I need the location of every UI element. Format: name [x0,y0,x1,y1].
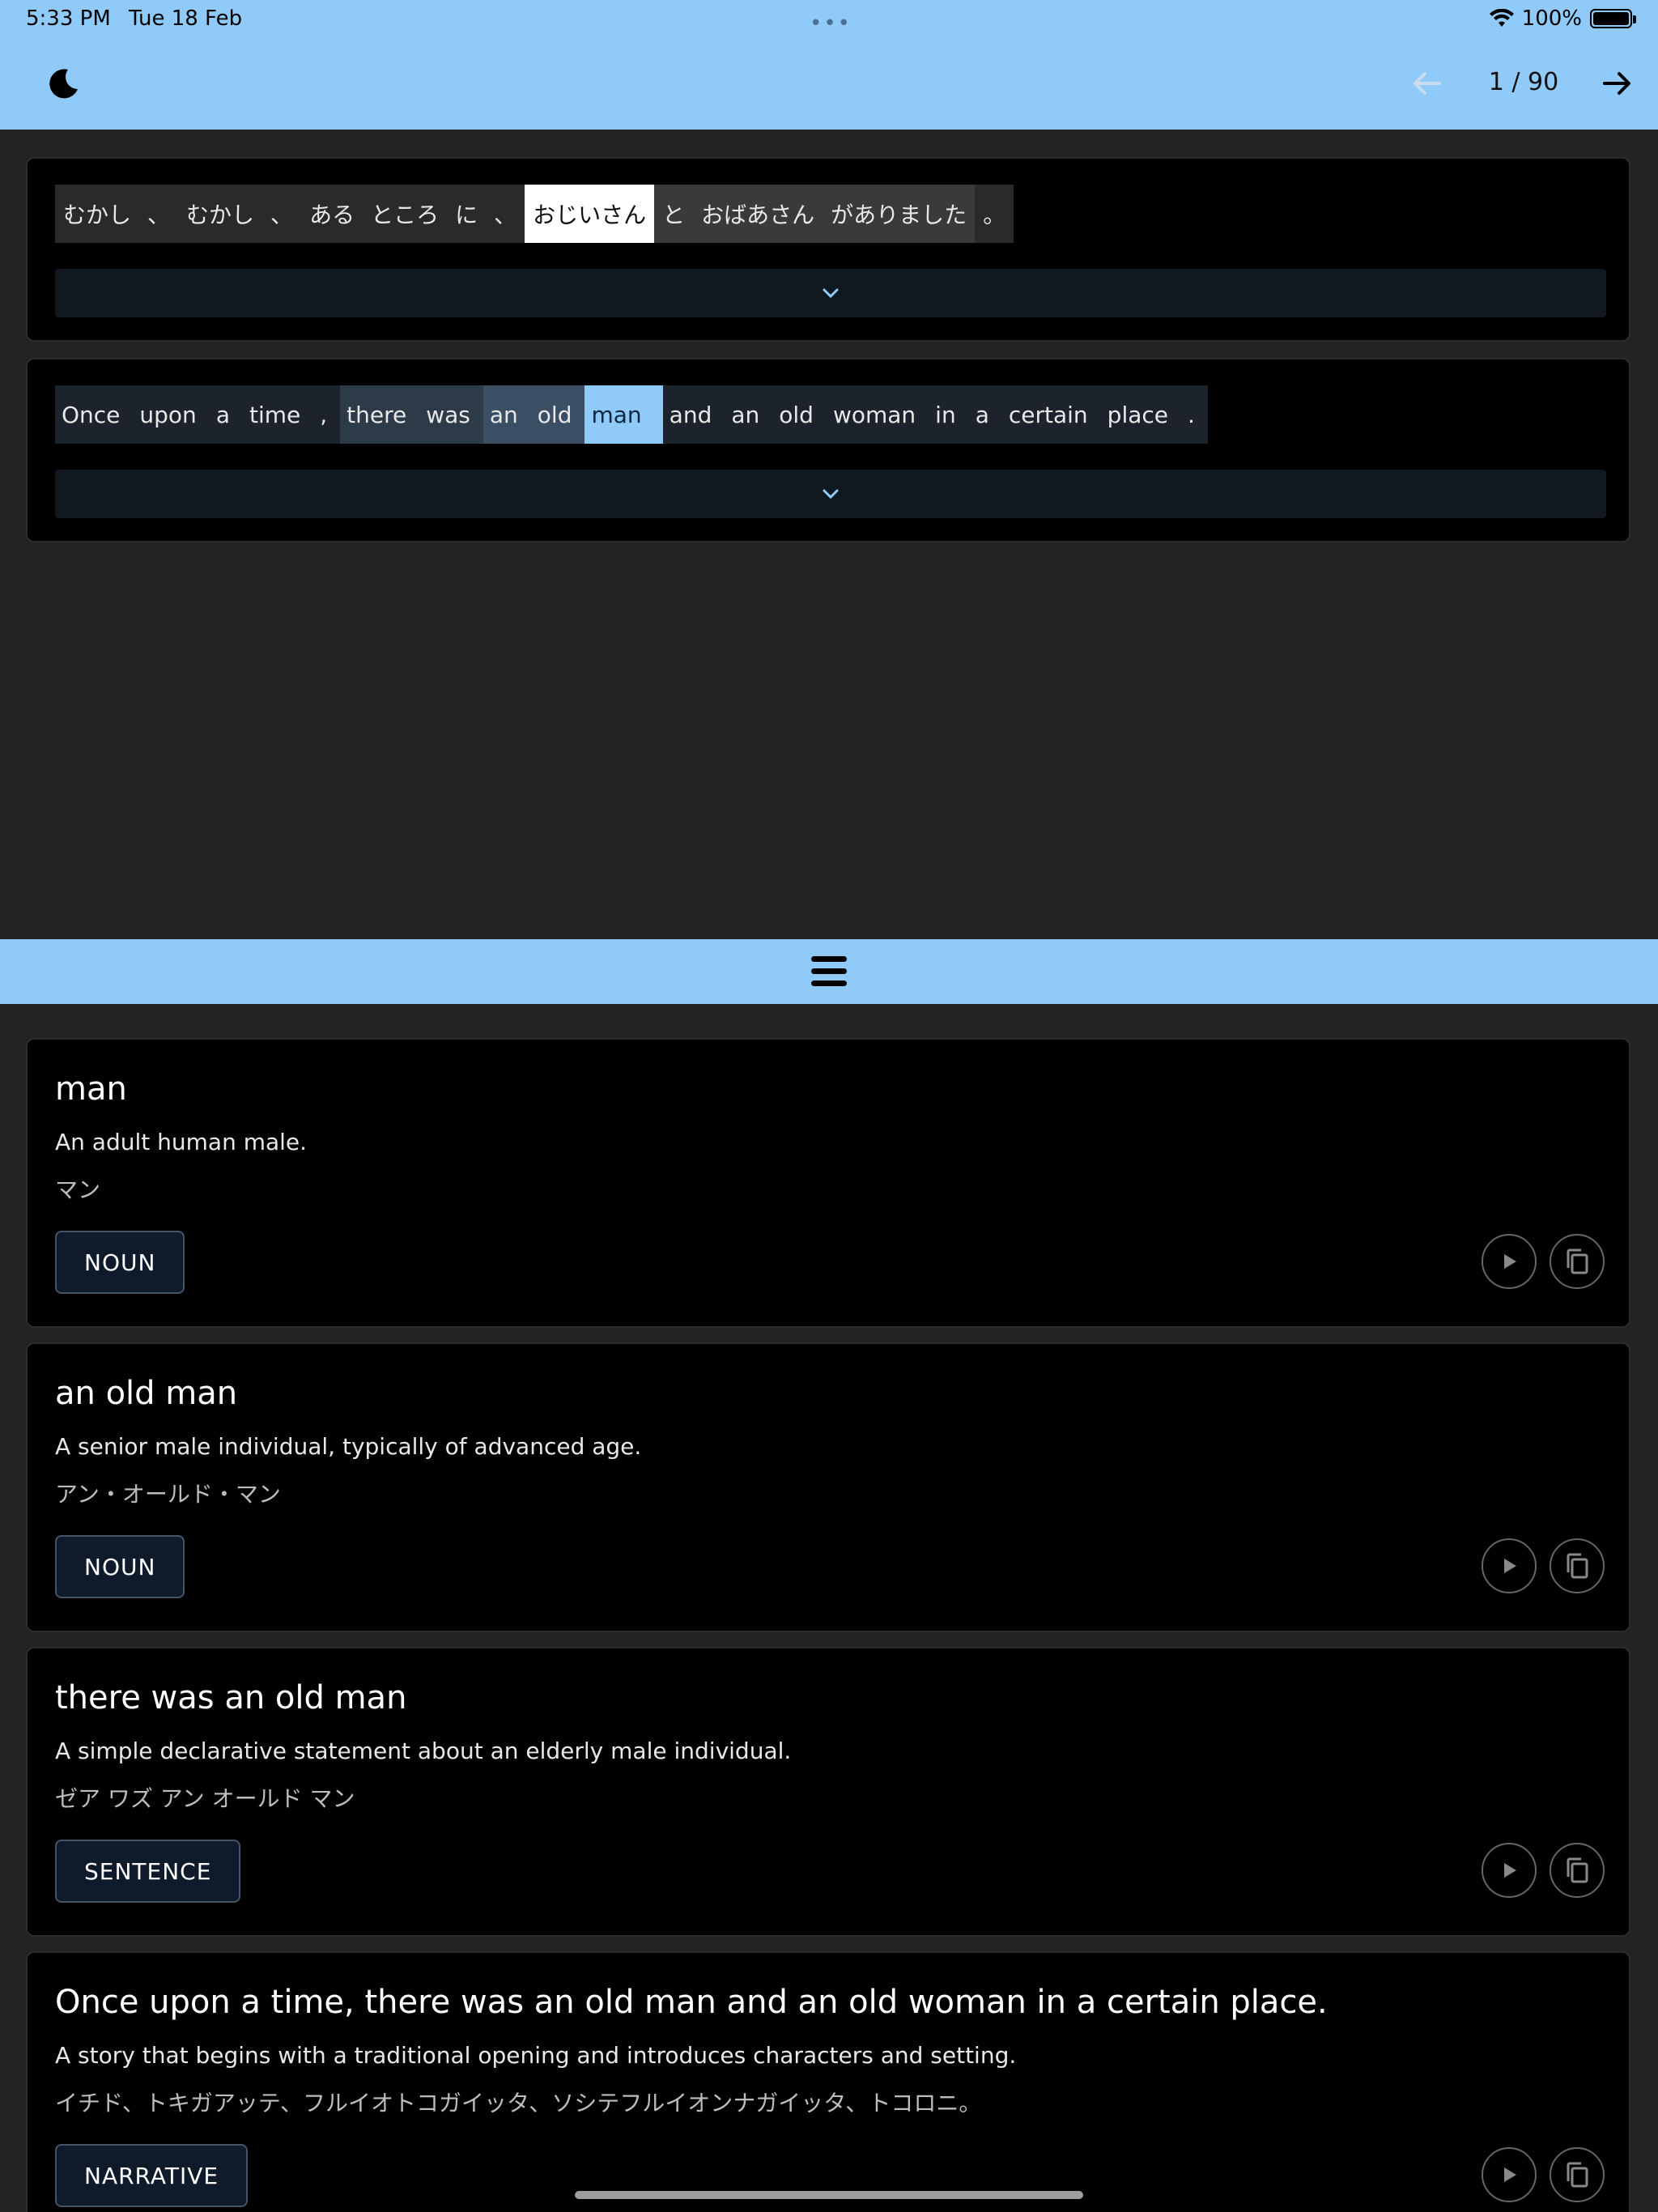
battery-percent: 100% [1521,6,1582,31]
japanese-sentence-card: むかし、むかし、ある ところに、おじいさんとおばあさん がありました。 [26,157,1630,342]
definition-description: A simple declarative statement about an … [55,1738,792,1764]
japanese-token[interactable]: ところ [363,185,448,243]
english-token[interactable]: and [662,385,725,444]
arrow-left-icon[interactable] [1409,65,1446,102]
multitask-dots-icon[interactable]: ••• [810,11,852,36]
chevron-down-icon [823,489,839,500]
japanese-token[interactable]: 。 [975,185,1014,243]
definition-card[interactable]: Once upon a time, there was an old man a… [26,1951,1630,2212]
copy-button[interactable] [1550,1843,1605,1898]
play-icon [1504,1254,1516,1269]
english-token[interactable]: in [929,385,969,444]
play-audio-button[interactable] [1482,1234,1537,1289]
play-icon [1504,2167,1516,2182]
definition-reading: イチド、トキガアッテ、フルイオトコガイッタ、ソシテフルイオンナガイッタ、トコロニ… [55,2090,982,2116]
definition-reading: アン・オールド・マン [55,1481,281,1508]
moon-icon[interactable] [47,66,81,100]
japanese-token[interactable]: むかし [55,185,140,243]
english-token[interactable]: , [313,385,341,444]
japanese-token[interactable]: おじいさん [525,185,655,243]
expand-japanese-button[interactable] [55,269,1606,317]
english-token[interactable]: woman [826,385,929,444]
english-sentence-card: Once upon a time, there was an old man and an old wo… [26,358,1630,542]
status-date-text: Tue 18 Feb [129,6,243,31]
copy-icon [1567,1857,1588,1883]
japanese-token[interactable]: がありました [823,185,976,243]
english-token[interactable]: Once [55,385,134,444]
part-of-speech-tag[interactable]: NOUN [55,1231,185,1294]
japanese-token[interactable]: むかし [178,185,263,243]
english-token[interactable]: old [530,385,585,444]
play-icon [1504,1863,1516,1878]
english-token[interactable]: a [968,385,1002,444]
status-time-text: 5:33 PM [26,6,111,31]
copy-icon [1567,1249,1588,1274]
expand-english-button[interactable] [55,470,1606,518]
japanese-token[interactable]: に [447,185,487,243]
english-token[interactable]: . [1181,385,1208,444]
definition-reading: ゼア ワズ アン オールド マン [55,1785,355,1812]
english-token[interactable]: an [725,385,773,444]
english-token[interactable]: old [772,385,827,444]
chevron-down-icon [823,288,839,299]
play-audio-button[interactable] [1482,2147,1537,2202]
definition-card[interactable]: an old man A senior male individual, typ… [26,1342,1630,1632]
japanese-token[interactable]: ある [301,185,363,243]
definition-card[interactable]: there was an old man A simple declarativ… [26,1647,1630,1937]
copy-button[interactable] [1550,2147,1605,2202]
definition-term: Once upon a time, there was an old man a… [55,1984,1328,2021]
home-indicator[interactable] [575,2191,1083,2199]
definition-card[interactable]: man An adult human male. マン NOUN [26,1038,1630,1328]
english-token[interactable]: was [419,385,483,444]
definition-description: An adult human male. [55,1129,308,1155]
english-token[interactable]: an [483,385,531,444]
english-token[interactable]: certain [1001,385,1101,444]
japanese-token[interactable]: と [654,185,694,243]
japanese-token[interactable]: 、 [262,185,302,243]
japanese-token[interactable]: おばあさん [693,185,823,243]
play-icon [1504,1559,1516,1573]
definition-term: man [55,1070,127,1108]
battery-icon [1590,9,1636,28]
english-token[interactable]: there [340,385,420,444]
part-of-speech-tag[interactable]: SENTENCE [55,1840,241,1903]
definition-description: A senior male individual, typically of a… [55,1433,642,1460]
japanese-token-row: むかし、むかし、ある ところに、おじいさんとおばあさん がありました。 [55,185,1014,243]
part-of-speech-tag[interactable]: NARRATIVE [55,2144,249,2207]
english-token[interactable]: place [1100,385,1182,444]
menu-icon[interactable] [810,955,848,989]
definition-description: A story that begins with a traditional o… [55,2042,1017,2069]
copy-icon [1567,2162,1588,2188]
copy-button[interactable] [1550,1538,1605,1593]
play-audio-button[interactable] [1482,1843,1537,1898]
definition-term: an old man [55,1375,238,1412]
english-token[interactable]: man [585,385,663,444]
copy-button[interactable] [1550,1234,1605,1289]
english-token-row: Once upon a time, there was an old man and an old wo… [55,385,1208,444]
status-time: 5:33 PM Tue 18 Feb [26,6,242,31]
part-of-speech-tag[interactable]: NOUN [55,1535,185,1598]
wifi-icon [1489,9,1514,27]
english-token[interactable]: upon [133,385,210,444]
english-token[interactable]: time [242,385,314,444]
japanese-token[interactable]: 、 [486,185,525,243]
english-token[interactable]: a [209,385,243,444]
definition-reading: マン [55,1176,101,1203]
play-audio-button[interactable] [1482,1538,1537,1593]
top-bar: 5:33 PM Tue 18 Feb ••• 100% 1 / 90 [0,0,1658,130]
japanese-token[interactable]: 、 [139,185,179,243]
page-counter: 1 / 90 [1488,68,1559,96]
arrow-right-icon[interactable] [1598,65,1635,102]
resize-divider[interactable] [0,939,1658,1004]
status-right: 100% [1489,6,1636,31]
copy-icon [1567,1553,1588,1579]
definition-term: there was an old man [55,1679,407,1716]
